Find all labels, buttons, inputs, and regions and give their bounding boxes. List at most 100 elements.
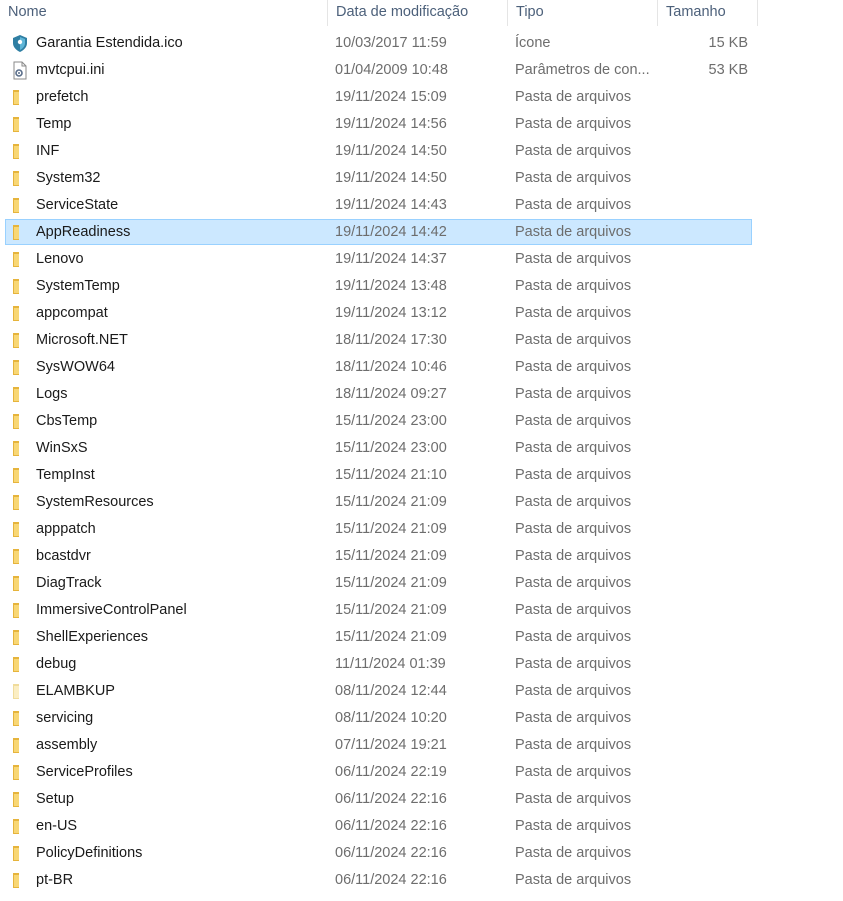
folder-icon [10, 601, 30, 620]
folder-icon [10, 88, 30, 107]
file-type: Pasta de arquivos [515, 521, 632, 537]
hidden-folder-icon [10, 682, 30, 701]
file-row[interactable]: SystemResources 15/11/2024 21:09 Pasta de … [0, 489, 760, 516]
file-name: ImmersiveControlPanel [36, 602, 187, 618]
folder-icon [10, 304, 30, 323]
file-date: 15/11/2024 21:09 [335, 629, 447, 645]
column-header-date[interactable]: Data de modificação [328, 0, 508, 26]
file-row[interactable]: bcastdvr 15/11/2024 21:09 Pasta de arquivo… [0, 543, 760, 570]
file-type: Pasta de arquivos [515, 143, 632, 159]
file-date: 15/11/2024 21:09 [335, 548, 447, 564]
file-row[interactable]: servicing 08/11/2024 10:20 Pasta de arquiv… [0, 705, 760, 732]
file-type: Pasta de arquivos [515, 845, 632, 861]
file-name: ServiceState [36, 197, 119, 213]
file-row[interactable]: SysWOW64 18/11/2024 10:46 Pasta de arquivo… [0, 354, 760, 381]
file-row[interactable]: assembly 07/11/2024 19:21 Pasta de arquivo… [0, 732, 760, 759]
file-row[interactable]: WinSxS 15/11/2024 23:00 Pasta de arquivos [0, 435, 760, 462]
file-date: 15/11/2024 21:09 [335, 575, 447, 591]
file-name: ServiceProfiles [36, 764, 133, 780]
file-name: Garantia Estendida.ico [36, 35, 183, 51]
file-type: Pasta de arquivos [515, 656, 632, 672]
file-name: Logs [36, 386, 68, 402]
file-row[interactable]: apppatch 15/11/2024 21:09 Pasta de arquivo… [0, 516, 760, 543]
folder-icon [10, 385, 30, 404]
file-type: Pasta de arquivos [515, 764, 632, 780]
file-row[interactable]: prefetch 19/11/2024 15:09 Pasta de arquivo… [0, 84, 760, 111]
file-row[interactable]: ServiceProfiles 06/11/2024 22:19 Pasta de … [0, 759, 760, 786]
file-type: Pasta de arquivos [515, 602, 632, 618]
file-type: Parâmetros de con... [515, 62, 650, 78]
file-type: Pasta de arquivos [515, 683, 632, 699]
file-date: 18/11/2024 17:30 [335, 332, 447, 348]
file-name: mvtcpui.ini [36, 62, 105, 78]
file-row[interactable]: Garantia Estendida.ico 10/03/2017 11:59 Íc… [0, 30, 760, 57]
file-type: Pasta de arquivos [515, 359, 632, 375]
file-type: Pasta de arquivos [515, 494, 632, 510]
file-row[interactable]: CbsTemp 15/11/2024 23:00 Pasta de arquivos [0, 408, 760, 435]
file-row[interactable]: System32 19/11/2024 14:50 Pasta de arquivo… [0, 165, 760, 192]
folder-icon [10, 763, 30, 782]
file-type: Pasta de arquivos [515, 440, 632, 456]
file-date: 11/11/2024 01:39 [335, 656, 446, 672]
settings-file-icon [10, 61, 30, 80]
file-row[interactable]: ShellExperiences 15/11/2024 21:09 Pasta de… [0, 624, 760, 651]
file-row[interactable]: en-US 06/11/2024 22:16 Pasta de arquivos [0, 813, 760, 840]
file-row[interactable]: ELAMBKUP 08/11/2024 12:44 Pasta de arquivo… [0, 678, 760, 705]
file-row[interactable]: DiagTrack 15/11/2024 21:09 Pasta de arquiv… [0, 570, 760, 597]
file-name: en-US [36, 818, 78, 834]
file-row[interactable]: TempInst 15/11/2024 21:10 Pasta de arquivo… [0, 462, 760, 489]
folder-icon [10, 250, 30, 269]
file-row[interactable]: pt-BR 06/11/2024 22:16 Pasta de arquivos [0, 867, 760, 894]
file-row[interactable]: Microsoft.NET 18/11/2024 17:30 Pasta de ar… [0, 327, 760, 354]
file-row[interactable]: PolicyDefinitions 06/11/2024 22:16 Pasta d… [0, 840, 760, 867]
file-row[interactable]: Setup 06/11/2024 22:16 Pasta de arquivos [0, 786, 760, 813]
file-date: 19/11/2024 14:56 [335, 116, 447, 132]
file-name: ELAMBKUP [36, 683, 115, 699]
file-row[interactable]: INF 19/11/2024 14:50 Pasta de arquivos [0, 138, 760, 165]
column-header-size[interactable]: Tamanho [658, 0, 758, 26]
column-header-name[interactable]: Nome [0, 0, 328, 26]
file-row[interactable]: appcompat 19/11/2024 13:12 Pasta de arquiv… [0, 300, 760, 327]
file-name: bcastdvr [36, 548, 91, 564]
file-row[interactable]: AppReadiness 19/11/2024 14:42 Pasta de arq… [0, 219, 760, 246]
file-row[interactable]: Lenovo 19/11/2024 14:37 Pasta de arquivos [0, 246, 760, 273]
file-type: Pasta de arquivos [515, 413, 632, 429]
column-header-type[interactable]: Tipo [508, 0, 658, 26]
file-name: debug [36, 656, 77, 672]
file-name: prefetch [36, 89, 89, 105]
file-type: Pasta de arquivos [515, 710, 632, 726]
file-row[interactable]: ServiceState 19/11/2024 14:43 Pasta de arq… [0, 192, 760, 219]
folder-icon [10, 115, 30, 134]
file-name: SystemResources [36, 494, 154, 510]
file-date: 10/03/2017 11:59 [335, 35, 447, 51]
file-row[interactable]: Temp 19/11/2024 14:56 Pasta de arquivos [0, 111, 760, 138]
file-row[interactable]: SystemTemp 19/11/2024 13:48 Pasta de arqui… [0, 273, 760, 300]
file-date: 19/11/2024 15:09 [335, 89, 447, 105]
file-row[interactable]: ImmersiveControlPanel 15/11/2024 21:09 Pas… [0, 597, 760, 624]
file-type: Pasta de arquivos [515, 629, 632, 645]
file-name: Microsoft.NET [36, 332, 128, 348]
file-name: CbsTemp [36, 413, 98, 429]
file-date: 06/11/2024 22:19 [335, 764, 447, 780]
file-type: Pasta de arquivos [515, 224, 632, 240]
file-date: 15/11/2024 21:09 [335, 602, 447, 618]
column-header-bar: Nome Data de modificação Tipo Tamanho [0, 0, 760, 26]
file-date: 06/11/2024 22:16 [335, 791, 447, 807]
file-row[interactable]: Logs 18/11/2024 09:27 Pasta de arquivos [0, 381, 760, 408]
file-type: Pasta de arquivos [515, 737, 632, 753]
file-size: 53 KB [708, 62, 749, 78]
file-date: 06/11/2024 22:16 [335, 872, 447, 888]
file-date: 18/11/2024 10:46 [335, 359, 447, 375]
folder-icon [10, 277, 30, 296]
file-row[interactable]: debug 11/11/2024 01:39 Pasta de arquivos [0, 651, 760, 678]
folder-icon [10, 169, 30, 188]
file-name: appcompat [36, 305, 108, 321]
file-row[interactable]: mvtcpui.ini 01/04/2009 10:48 Parâmetros de… [0, 57, 760, 84]
file-date: 15/11/2024 21:09 [335, 494, 447, 510]
file-type: Pasta de arquivos [515, 251, 632, 267]
file-type: Pasta de arquivos [515, 332, 632, 348]
file-date: 18/11/2024 09:27 [335, 386, 447, 402]
folder-icon [10, 142, 30, 161]
file-type: Pasta de arquivos [515, 467, 632, 483]
file-name: assembly [36, 737, 98, 753]
